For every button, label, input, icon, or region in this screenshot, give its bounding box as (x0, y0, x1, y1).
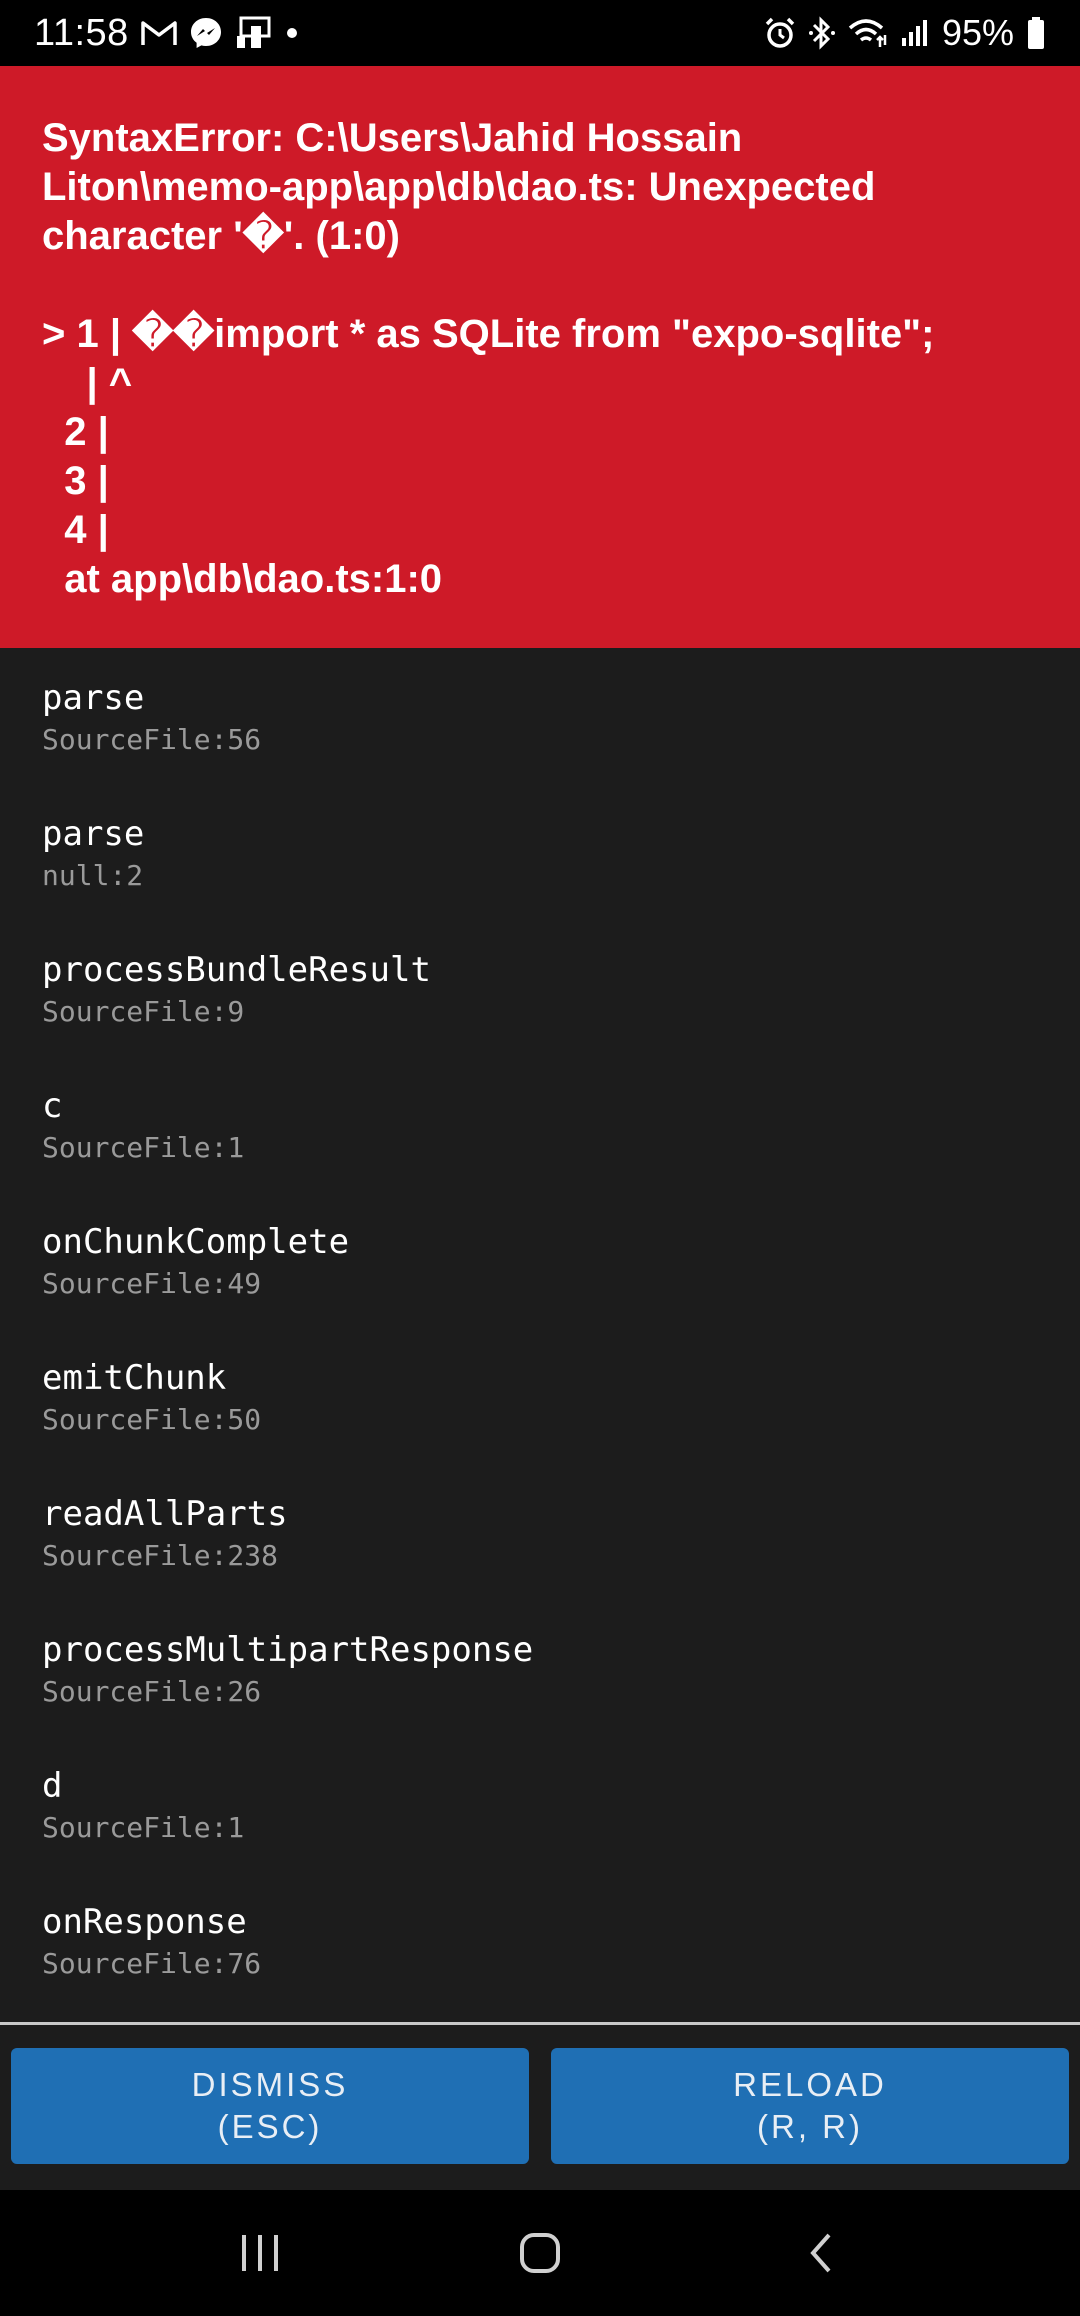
error-title: SyntaxError: C:\Users\Jahid Hossain Lito… (42, 116, 876, 258)
dot-icon (285, 26, 299, 40)
bluetooth-icon (808, 16, 836, 50)
status-bar-right: 95% (764, 12, 1046, 54)
error-code-frame: > 1 | ��import * as SQLite from "expo-sq… (42, 312, 935, 601)
stack-frame[interactable]: processMultipartResponse SourceFile:26 (42, 1628, 1038, 1764)
dismiss-button-label: DISMISS (191, 2066, 349, 2103)
notification-app-icon (235, 16, 273, 50)
stack-frame-file: SourceFile:1 (42, 1811, 245, 1844)
battery-icon (1026, 16, 1046, 50)
wifi-icon (848, 17, 888, 49)
stack-frame-method: d (42, 1766, 63, 1806)
status-bar: 11:58 95% (0, 0, 1080, 66)
stack-frame[interactable]: readAllParts SourceFile:238 (42, 1492, 1038, 1628)
reload-button-shortcut: (R, R) (757, 2108, 863, 2145)
stack-frame-file: SourceFile:1 (42, 1131, 245, 1164)
redbox-footer: DISMISS (ESC) RELOAD (R, R) (0, 2022, 1080, 2190)
messenger-icon (189, 16, 223, 50)
stack-frame[interactable]: c SourceFile:1 (42, 1084, 1038, 1220)
stack-frame[interactable]: parse SourceFile:56 (42, 676, 1038, 812)
back-icon[interactable] (775, 2208, 865, 2298)
stack-frame-method: parse (42, 678, 145, 718)
gmail-icon (141, 19, 177, 47)
stack-frame-method: processBundleResult (42, 950, 431, 990)
stack-frame-file: SourceFile:49 (42, 1267, 262, 1300)
home-icon[interactable] (495, 2208, 585, 2298)
stack-frame-file: SourceFile:56 (42, 723, 262, 756)
stack-frame-file: SourceFile:76 (42, 1947, 262, 1980)
stack-frame-method: onResponse (42, 1902, 247, 1942)
stack-frame-file: SourceFile:9 (42, 995, 245, 1028)
stack-frame-method: onChunkComplete (42, 1222, 350, 1262)
dismiss-button[interactable]: DISMISS (ESC) (11, 2048, 529, 2164)
stack-frame-file: SourceFile:50 (42, 1403, 262, 1436)
stack-frame[interactable]: parse null:2 (42, 812, 1038, 948)
error-message-box: SyntaxError: C:\Users\Jahid Hossain Lito… (0, 66, 1080, 648)
reload-button-label: RELOAD (733, 2066, 887, 2103)
stack-frame[interactable]: onChunkComplete SourceFile:49 (42, 1220, 1038, 1356)
stack-frame-method: emitChunk (42, 1358, 227, 1398)
stack-frame[interactable]: d SourceFile:1 (42, 1764, 1038, 1900)
stack-frame-file: SourceFile:238 (42, 1539, 279, 1572)
battery-percent: 95% (941, 12, 1014, 53)
stack-frame-method: parse (42, 814, 145, 854)
status-time: 11:58 (34, 11, 129, 54)
signal-icon (900, 18, 930, 48)
status-bar-left: 11:58 (34, 12, 299, 55)
dismiss-button-shortcut: (ESC) (217, 2108, 323, 2145)
recent-apps-icon[interactable] (215, 2208, 305, 2298)
stack-frame-method: c (42, 1086, 63, 1126)
navigation-bar (0, 2190, 1080, 2316)
stack-frame[interactable]: processBundleResult SourceFile:9 (42, 948, 1038, 1084)
alarm-icon (764, 17, 796, 49)
stack-trace-list[interactable]: parse SourceFile:56 parse null:2 process… (0, 648, 1080, 2022)
stack-frame-file: null:2 (42, 859, 144, 892)
reload-button[interactable]: RELOAD (R, R) (551, 2048, 1069, 2164)
stack-frame[interactable]: onResponse SourceFile:76 (42, 1900, 1038, 2022)
stack-frame-file: SourceFile:26 (42, 1675, 262, 1708)
stack-frame-method: readAllParts (42, 1494, 288, 1534)
stack-frame-method: processMultipartResponse (42, 1630, 534, 1670)
stack-frame[interactable]: emitChunk SourceFile:50 (42, 1356, 1038, 1492)
